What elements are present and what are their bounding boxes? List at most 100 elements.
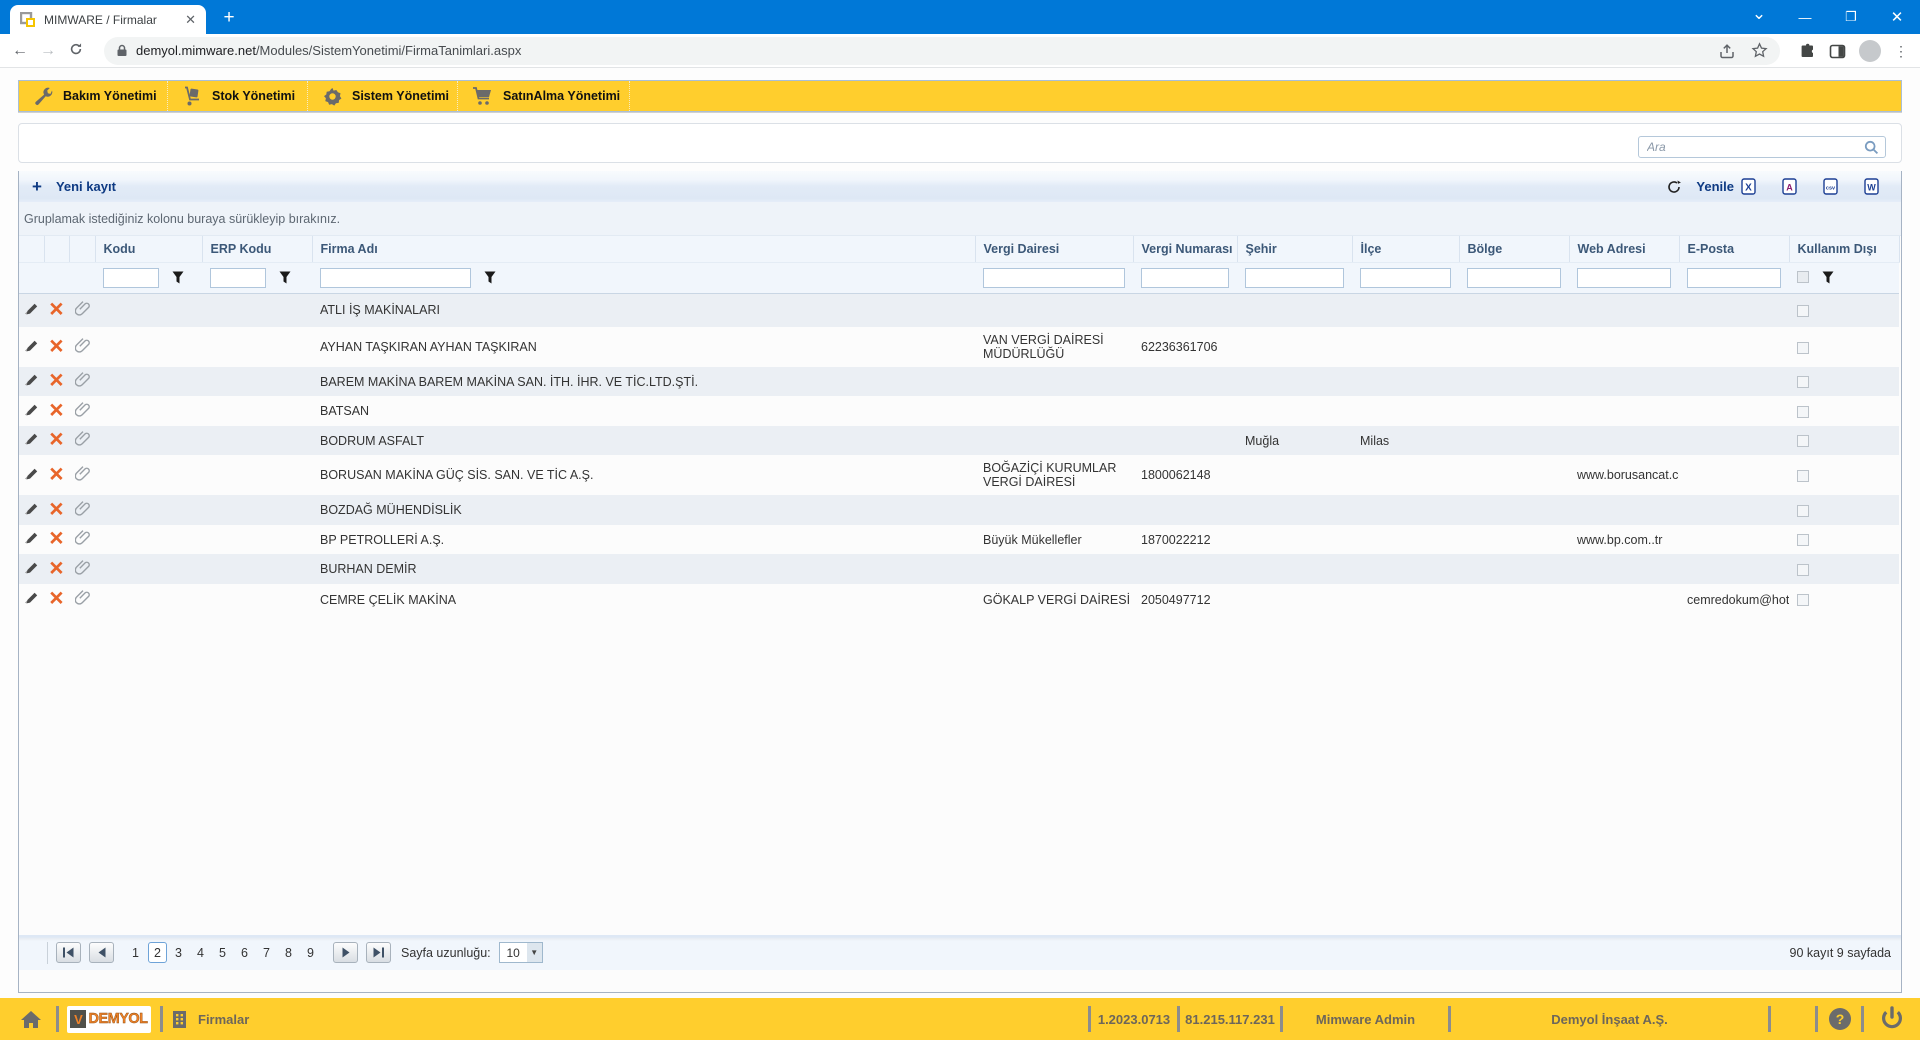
row-checkbox[interactable]	[1797, 594, 1809, 606]
window-minimize-button[interactable]: —	[1782, 10, 1828, 25]
row-delete-cell[interactable]	[44, 554, 69, 584]
col-header-kullanim_disi[interactable]: Kullanım Dışı	[1789, 236, 1899, 262]
home-icon[interactable]	[20, 1010, 42, 1029]
demyol-logo[interactable]: VDEMYOL	[67, 1006, 151, 1033]
col-header-ilce[interactable]: İlçe	[1352, 236, 1459, 262]
paperclip-icon[interactable]	[75, 301, 90, 317]
col-header-eposta[interactable]: E-Posta	[1679, 236, 1789, 262]
paperclip-icon[interactable]	[75, 402, 90, 418]
back-icon[interactable]: ←	[6, 42, 34, 60]
delete-x-icon[interactable]	[49, 531, 64, 545]
paperclip-icon[interactable]	[75, 372, 90, 388]
edit-pencil-icon[interactable]	[25, 373, 39, 387]
row-delete-cell[interactable]	[44, 584, 69, 615]
row-attach-cell[interactable]	[69, 426, 95, 455]
forward-icon[interactable]: →	[34, 42, 62, 60]
filter-input-web[interactable]	[1577, 268, 1671, 288]
edit-pencil-icon[interactable]	[25, 502, 39, 516]
share-icon[interactable]	[1719, 43, 1735, 59]
menu-item-2[interactable]: Stok Yönetimi	[168, 81, 308, 111]
pager-first-button[interactable]	[56, 942, 81, 963]
filter-input-kodu[interactable]	[103, 268, 159, 288]
help-icon[interactable]: ?	[1818, 1007, 1861, 1031]
row-edit-cell[interactable]	[19, 455, 44, 495]
col-header-firma_adi[interactable]: Firma Adı	[312, 236, 975, 262]
edit-pencil-icon[interactable]	[25, 467, 39, 481]
side-panel-icon[interactable]	[1829, 43, 1846, 60]
profile-avatar[interactable]	[1859, 40, 1881, 62]
row-attach-cell[interactable]	[69, 396, 95, 426]
row-attach-cell[interactable]	[69, 293, 95, 327]
filter-input-bolge[interactable]	[1467, 268, 1561, 288]
export-csv-icon[interactable]: csv	[1823, 178, 1838, 195]
pager-page-8[interactable]: 8	[278, 946, 299, 960]
row-attach-cell[interactable]	[69, 455, 95, 495]
pager-page-6[interactable]: 6	[234, 946, 255, 960]
col-header-web[interactable]: Web Adresi	[1569, 236, 1679, 262]
power-icon[interactable]	[1864, 1006, 1920, 1032]
pager-page-5[interactable]: 5	[212, 946, 233, 960]
row-edit-cell[interactable]	[19, 554, 44, 584]
delete-x-icon[interactable]	[49, 432, 64, 446]
refresh-icon[interactable]	[1667, 180, 1681, 194]
paperclip-icon[interactable]	[75, 530, 90, 546]
paperclip-icon[interactable]	[75, 338, 90, 354]
col-header-sehir[interactable]: Şehir	[1237, 236, 1352, 262]
col-header-vergi_no[interactable]: Vergi Numarası	[1133, 236, 1237, 262]
row-delete-cell[interactable]	[44, 525, 69, 554]
row-attach-cell[interactable]	[69, 554, 95, 584]
row-checkbox[interactable]	[1797, 564, 1809, 576]
row-checkbox[interactable]	[1797, 435, 1809, 447]
funnel-icon[interactable]	[279, 271, 291, 284]
row-edit-cell[interactable]	[19, 584, 44, 615]
row-checkbox[interactable]	[1797, 305, 1809, 317]
delete-x-icon[interactable]	[49, 591, 64, 605]
edit-pencil-icon[interactable]	[25, 432, 39, 446]
pager-page-4[interactable]: 4	[190, 946, 211, 960]
delete-x-icon[interactable]	[49, 561, 64, 575]
browser-tab[interactable]: MIMWARE / Firmalar ✕	[10, 5, 206, 34]
funnel-icon[interactable]	[172, 271, 184, 284]
row-attach-cell[interactable]	[69, 367, 95, 396]
export-word-icon[interactable]: W	[1864, 178, 1879, 195]
row-attach-cell[interactable]	[69, 495, 95, 525]
row-checkbox[interactable]	[1797, 470, 1809, 482]
menu-item-4[interactable]: SatınAlma Yönetimi	[458, 81, 630, 111]
row-edit-cell[interactable]	[19, 396, 44, 426]
row-checkbox[interactable]	[1797, 406, 1809, 418]
row-edit-cell[interactable]	[19, 293, 44, 327]
row-delete-cell[interactable]	[44, 495, 69, 525]
url-bar[interactable]: demyol.mimware.net/Modules/SistemYonetim…	[104, 37, 1780, 65]
delete-x-icon[interactable]	[49, 502, 64, 516]
row-checkbox[interactable]	[1797, 342, 1809, 354]
paperclip-icon[interactable]	[75, 590, 90, 606]
col-header-kodu[interactable]: Kodu	[95, 236, 202, 262]
row-checkbox[interactable]	[1797, 376, 1809, 388]
paperclip-icon[interactable]	[75, 560, 90, 576]
row-attach-cell[interactable]	[69, 584, 95, 615]
filter-checkbox-kullanim_disi[interactable]	[1797, 271, 1809, 283]
pager-last-button[interactable]	[366, 942, 391, 963]
delete-x-icon[interactable]	[49, 373, 64, 387]
group-panel[interactable]: Gruplamak istediğiniz kolonu buraya sürü…	[19, 202, 1901, 236]
funnel-icon[interactable]	[1822, 271, 1834, 284]
edit-pencil-icon[interactable]	[25, 561, 39, 575]
row-delete-cell[interactable]	[44, 396, 69, 426]
export-pdf-icon[interactable]: A	[1782, 178, 1797, 195]
tab-close-icon[interactable]: ✕	[185, 12, 196, 28]
paperclip-icon[interactable]	[75, 466, 90, 482]
edit-pencil-icon[interactable]	[25, 339, 39, 353]
row-delete-cell[interactable]	[44, 367, 69, 396]
filter-input-vergi_no[interactable]	[1141, 268, 1229, 288]
menu-item-3[interactable]: Sistem Yönetimi	[308, 81, 458, 111]
funnel-icon[interactable]	[484, 271, 496, 284]
row-edit-cell[interactable]	[19, 327, 44, 367]
browser-menu-icon[interactable]: ⋮	[1894, 43, 1908, 60]
row-checkbox[interactable]	[1797, 534, 1809, 546]
delete-x-icon[interactable]	[49, 467, 64, 481]
paperclip-icon[interactable]	[75, 501, 90, 517]
row-edit-cell[interactable]	[19, 495, 44, 525]
pager-page-1[interactable]: 1	[125, 946, 146, 960]
pager-prev-button[interactable]	[89, 942, 114, 963]
global-search-field[interactable]	[1638, 136, 1886, 158]
